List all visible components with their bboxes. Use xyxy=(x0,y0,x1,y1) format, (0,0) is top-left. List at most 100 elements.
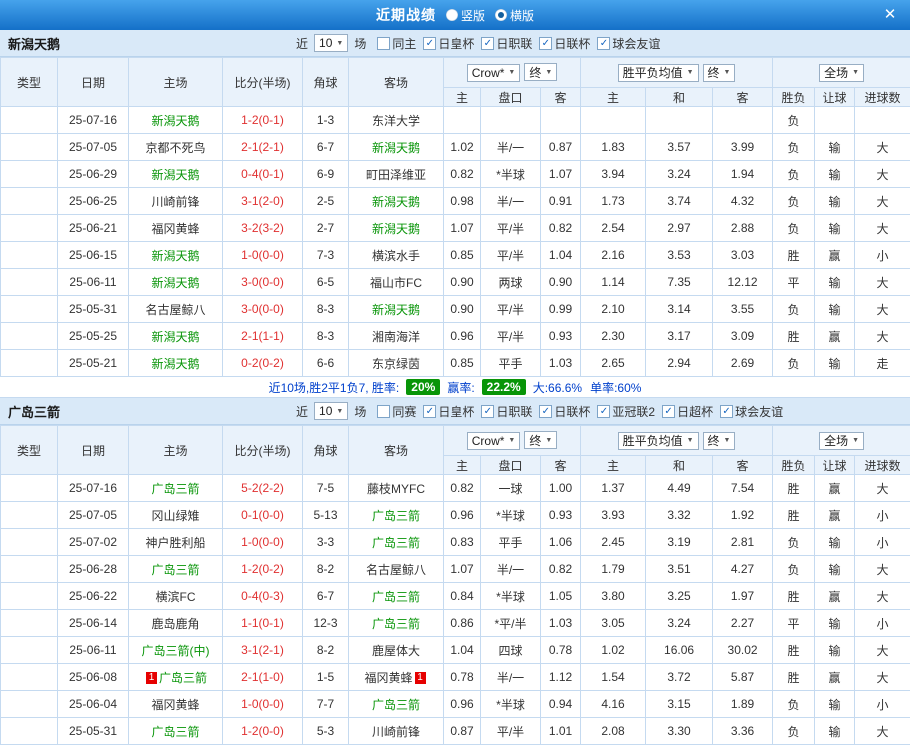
home-team-name[interactable]: 神户胜利船 xyxy=(145,536,205,550)
match-date: 25-07-05 xyxy=(57,501,129,529)
home-team-name[interactable]: 新潟天鹅 xyxy=(151,168,199,182)
home-team-cell: 川崎前锋 xyxy=(128,187,223,215)
recent-unit-label: 场 xyxy=(354,36,367,51)
column-header: 主场 xyxy=(128,57,223,107)
away-team-name[interactable]: 广岛三箭 xyxy=(372,698,420,712)
filter-checkbox[interactable]: ✓ xyxy=(662,404,676,418)
chevron-down-icon: ▼ xyxy=(336,407,344,415)
recent-count-select[interactable]: 10 ▼ xyxy=(314,34,349,52)
ah-source-select[interactable]: Crow* ▼ xyxy=(466,63,521,82)
away-team-name[interactable]: 横滨水手 xyxy=(372,249,420,263)
home-team-name[interactable]: 鹿岛鹿角 xyxy=(151,617,199,631)
handicap-result-cell: 输 xyxy=(814,555,856,583)
odds-dropdowns: 胜平负均值 ▼ 终 ▼ xyxy=(580,57,774,88)
home-team-name[interactable]: 广岛三箭 xyxy=(151,482,199,496)
home-team-name[interactable]: 新潟天鹅 xyxy=(151,357,199,371)
odds-state-select[interactable]: 终 ▼ xyxy=(702,431,736,450)
home-team-name[interactable]: 新潟天鹅 xyxy=(151,114,199,128)
home-team-name[interactable]: 广岛三箭 xyxy=(159,671,207,685)
chevron-down-icon: ▼ xyxy=(508,437,516,445)
filter-checkbox[interactable]: ✓ xyxy=(423,404,437,418)
home-team-name[interactable]: 福冈黄蜂 xyxy=(151,222,199,236)
filter-checkbox[interactable]: ✓ xyxy=(539,36,553,50)
home-team-name[interactable]: 名古屋鲸八 xyxy=(145,303,205,317)
odds-home-win: 1.54 xyxy=(580,663,647,691)
ah-home-odds: 0.85 xyxy=(443,241,481,269)
away-team-name[interactable]: 新潟天鹅 xyxy=(372,222,420,236)
ah-away-odds: 1.01 xyxy=(539,717,582,745)
ah-home-odds: 0.85 xyxy=(443,349,481,377)
view-mode-label: 竖版 xyxy=(460,8,485,23)
home-team-name[interactable]: 新潟天鹅 xyxy=(151,249,199,263)
away-team-name[interactable]: 东京绿茵 xyxy=(372,357,420,371)
home-team-name[interactable]: 新潟天鹅 xyxy=(151,330,199,344)
filter-checkbox[interactable]: ✓ xyxy=(539,404,553,418)
away-team-name[interactable]: 广岛三箭 xyxy=(372,536,420,550)
away-team-name[interactable]: 福冈黄蜂 xyxy=(364,671,412,685)
chevron-down-icon: ▼ xyxy=(686,69,694,76)
filter-checkbox[interactable]: ✓ xyxy=(423,36,437,50)
away-team-name[interactable]: 广岛三箭 xyxy=(372,509,420,523)
away-team-name[interactable]: 町田泽维亚 xyxy=(366,168,426,182)
home-team-name[interactable]: 新潟天鹅 xyxy=(151,276,199,290)
rate-badge: 20% xyxy=(406,379,441,395)
match-type-badge: 日职联 xyxy=(0,609,58,637)
away-team-name[interactable]: 川崎前锋 xyxy=(372,725,420,739)
scope-select[interactable]: 全场 ▼ xyxy=(819,63,865,82)
close-icon[interactable]: ✕ xyxy=(880,5,900,25)
filter-checkbox[interactable]: ✓ xyxy=(720,404,734,418)
home-team-name[interactable]: 横滨FC xyxy=(156,590,196,604)
away-team-name[interactable]: 福山市FC xyxy=(370,276,422,290)
filter-checkbox[interactable]: ✓ xyxy=(597,404,611,418)
table-row: 日职联 25-06-29 新潟天鹅 0-4(0-1) 6-9 町田泽维亚 0.82 *半球 1.… xyxy=(0,160,910,188)
recent-count-select[interactable]: 10 ▼ xyxy=(314,402,349,420)
home-team-name[interactable]: 福冈黄蜂 xyxy=(151,698,199,712)
away-team-name[interactable]: 鹿屋体大 xyxy=(372,644,420,658)
home-team-cell: 京都不死鸟 xyxy=(128,133,223,161)
away-team-name[interactable]: 名古屋鲸八 xyxy=(366,563,426,577)
match-type-badge: 日职联 xyxy=(0,214,58,242)
away-team-name[interactable]: 藤枝MYFC xyxy=(367,482,425,496)
goals-result-cell: 大 xyxy=(854,322,910,350)
filter-checkbox[interactable] xyxy=(377,404,391,418)
ah-source-select[interactable]: Crow* ▼ xyxy=(466,431,521,450)
goals-result-cell: 大 xyxy=(854,268,910,296)
away-team-name[interactable]: 湘南海洋 xyxy=(372,330,420,344)
away-team-name[interactable]: 广岛三箭 xyxy=(372,617,420,631)
home-team-name[interactable]: 广岛三箭 xyxy=(151,563,199,577)
match-type-badge: 日职联 xyxy=(0,160,58,188)
odds-draw: 3.24 xyxy=(645,609,714,637)
ah-state-select[interactable]: 终 ▼ xyxy=(524,63,558,82)
away-team-name[interactable]: 东洋大学 xyxy=(372,114,420,128)
ah-state-select[interactable]: 终 ▼ xyxy=(524,431,558,450)
odds-state-select[interactable]: 终 ▼ xyxy=(702,63,736,82)
odds-draw: 3.24 xyxy=(645,160,714,188)
odds-away-win: 3.36 xyxy=(712,717,774,745)
ah-home-odds: 1.02 xyxy=(443,133,481,161)
match-date: 25-05-31 xyxy=(57,717,129,745)
corners-score: 6-9 xyxy=(302,160,349,188)
view-mode-radio[interactable] xyxy=(445,9,458,21)
home-team-name[interactable]: 广岛三箭 xyxy=(151,725,199,739)
result-cell: 负 xyxy=(772,555,816,583)
away-team-name[interactable]: 新潟天鹅 xyxy=(372,141,420,155)
odds-draw xyxy=(645,106,714,134)
away-team-name[interactable]: 新潟天鹅 xyxy=(372,303,420,317)
home-team-name[interactable]: 广岛三箭(中) xyxy=(142,644,210,658)
away-team-name[interactable]: 新潟天鹅 xyxy=(372,195,420,209)
home-team-name[interactable]: 京都不死鸟 xyxy=(145,141,205,155)
home-team-name[interactable]: 川崎前锋 xyxy=(151,195,199,209)
scope-select[interactable]: 全场 ▼ xyxy=(819,431,865,450)
filter-checkbox[interactable]: ✓ xyxy=(597,36,611,50)
filter-checkbox[interactable]: ✓ xyxy=(481,36,495,50)
away-team-name[interactable]: 广岛三箭 xyxy=(372,590,420,604)
handicap-result-cell: 输 xyxy=(814,528,856,556)
odds-draw: 3.14 xyxy=(645,295,714,323)
table-row: 日职联 25-07-02 神户胜利船 1-0(0-0) 3-3 广岛三箭 0.83 平手 1.0… xyxy=(0,528,910,556)
filter-checkbox[interactable]: ✓ xyxy=(481,404,495,418)
home-team-name[interactable]: 冈山绿雉 xyxy=(151,509,199,523)
filter-checkbox[interactable] xyxy=(377,36,391,50)
odds-source-select[interactable]: 胜平负均值 ▼ xyxy=(617,63,699,82)
view-mode-radio[interactable] xyxy=(495,9,507,21)
odds-source-select[interactable]: 胜平负均值 ▼ xyxy=(617,431,699,450)
